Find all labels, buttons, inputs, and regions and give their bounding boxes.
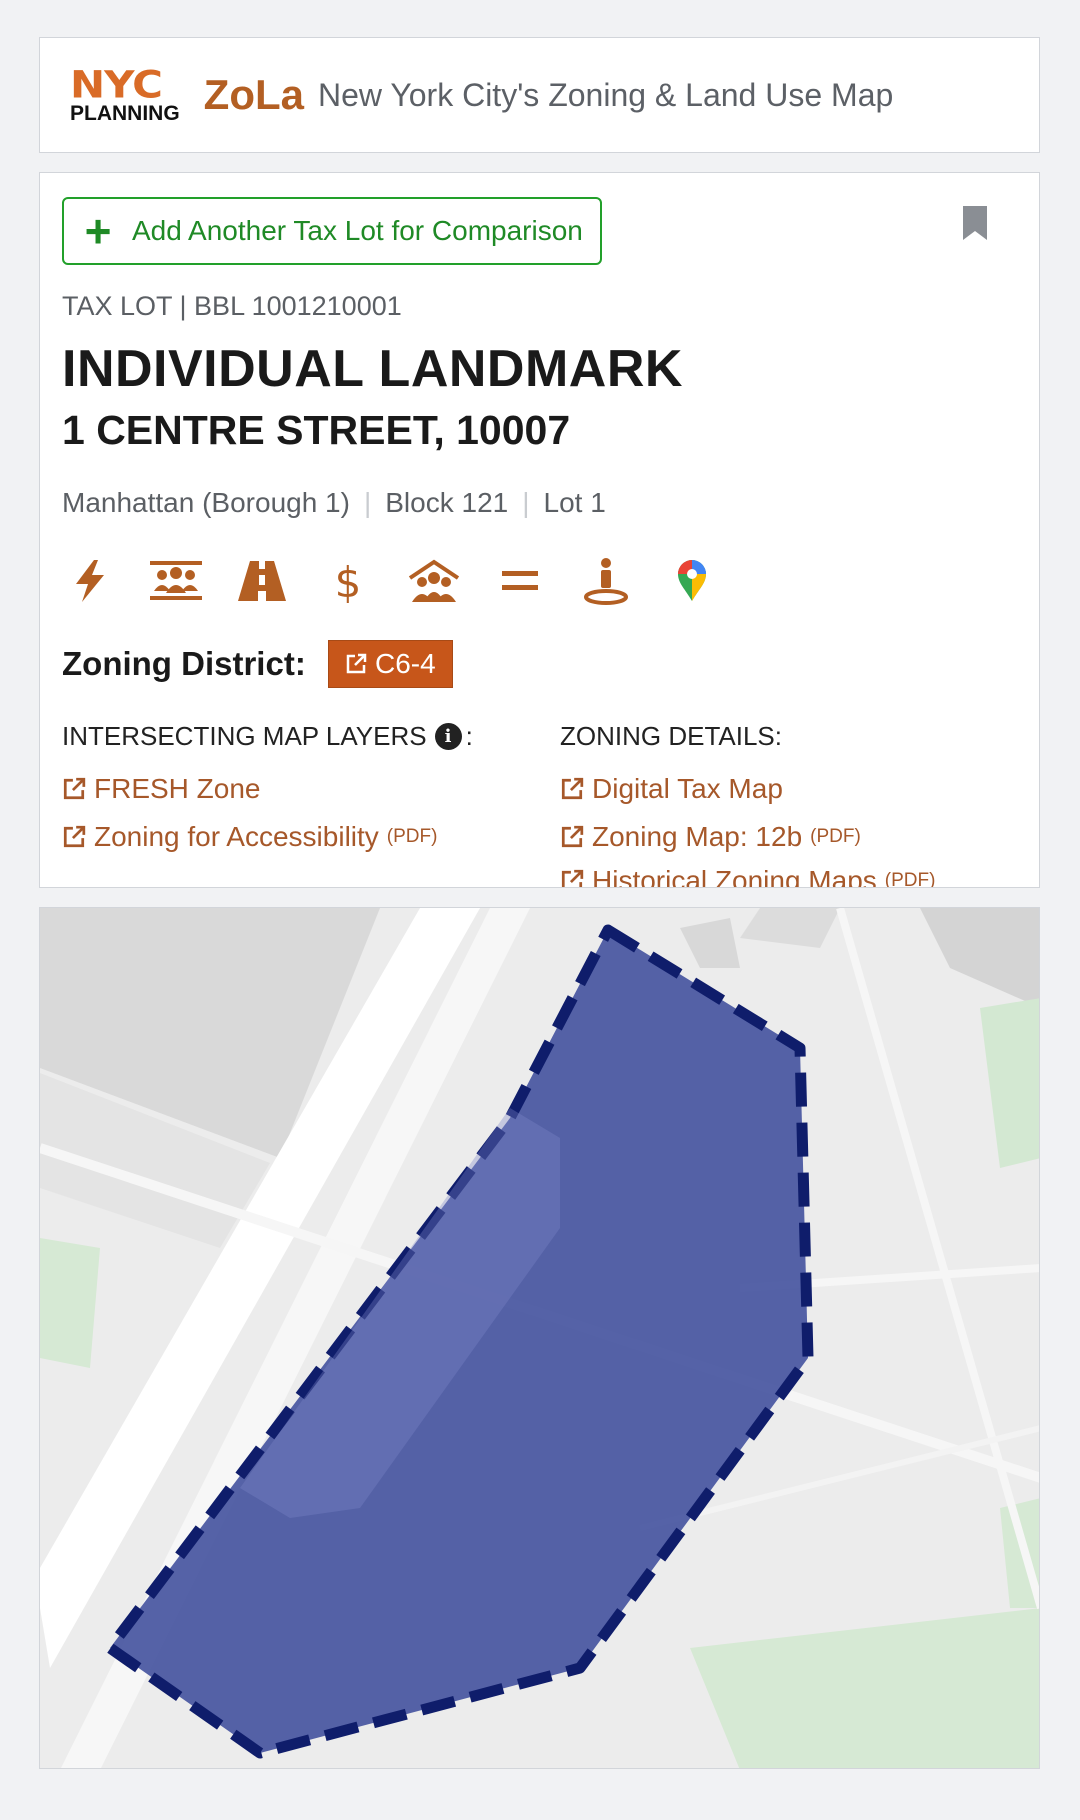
zoning-district-badge[interactable]: C6-4 bbox=[328, 640, 453, 688]
pdf-suffix: (PDF) bbox=[884, 870, 936, 888]
tax-lot-card: + Add Another Tax Lot for Comparison TAX… bbox=[39, 172, 1040, 888]
plus-icon: + bbox=[84, 205, 112, 257]
zoning-district-label: Zoning District: bbox=[62, 645, 306, 682]
tax-lot-bbl: TAX LOT | BBL 1001210001 bbox=[62, 291, 402, 321]
map-park bbox=[40, 1238, 100, 1368]
intersecting-layers-title: INTERSECTING MAP LAYERS bbox=[62, 721, 427, 751]
link-label: FRESH Zone bbox=[94, 773, 261, 804]
map-canvas[interactable] bbox=[40, 908, 1040, 1769]
page-title: INDIVIDUAL LANDMARK bbox=[62, 340, 683, 398]
borough-text: Manhattan (Borough 1) bbox=[62, 487, 350, 518]
zoning-district-value: C6-4 bbox=[375, 648, 436, 679]
logo-nyc-text: NYC bbox=[70, 62, 163, 107]
zoning-accessibility-link[interactable]: Zoning for Accessibility (PDF) bbox=[62, 821, 437, 853]
info-icon[interactable]: i bbox=[434, 723, 462, 750]
external-link-icon bbox=[63, 825, 86, 848]
link-label: Digital Tax Map bbox=[592, 773, 783, 804]
add-tax-lot-label: Add Another Tax Lot for Comparison bbox=[132, 215, 583, 246]
bookmark-icon[interactable] bbox=[961, 205, 989, 241]
pdf-suffix: (PDF) bbox=[386, 826, 438, 847]
fresh-zone-link[interactable]: FRESH Zone bbox=[62, 773, 261, 805]
lot-map[interactable] bbox=[39, 907, 1040, 1769]
svg-text:$: $ bbox=[335, 558, 362, 605]
nyc-planning-logo[interactable]: NYC PLANNING bbox=[70, 62, 180, 123]
app-title[interactable]: ZoLa bbox=[204, 71, 304, 119]
digital-tax-map-link[interactable]: Digital Tax Map bbox=[560, 773, 783, 805]
external-link-icon bbox=[561, 825, 584, 848]
add-tax-lot-button[interactable]: + Add Another Tax Lot for Comparison bbox=[62, 197, 602, 265]
zoning-details-header: ZONING DETAILS: bbox=[560, 721, 782, 751]
block-text: Block 121 bbox=[385, 487, 509, 518]
external-link-icon bbox=[63, 777, 86, 800]
lot-text: Lot 1 bbox=[543, 487, 606, 518]
borough-block-lot: Manhattan (Borough 1) | Block 121 | Lot … bbox=[62, 487, 606, 519]
pdf-suffix: (PDF) bbox=[810, 826, 861, 847]
equals-icon[interactable] bbox=[492, 556, 548, 606]
separator: | bbox=[363, 487, 372, 518]
person-pin-icon[interactable] bbox=[578, 556, 634, 606]
historical-zoning-maps-link[interactable]: Historical Zoning Maps (PDF) bbox=[560, 865, 936, 888]
external-link-icon bbox=[561, 869, 584, 887]
intersecting-layers-header: INTERSECTING MAP LAYERS i : bbox=[62, 721, 473, 752]
road-icon[interactable] bbox=[234, 556, 290, 606]
link-label: Zoning for Accessibility bbox=[94, 821, 379, 852]
map-pin-icon[interactable] bbox=[664, 556, 720, 606]
dollar-icon[interactable]: $ bbox=[320, 556, 376, 606]
separator: | bbox=[522, 487, 530, 518]
link-label: Zoning Map: 12b bbox=[592, 821, 803, 852]
app-header: NYC PLANNING ZoLa New York City's Zoning… bbox=[39, 37, 1040, 153]
external-link-icon bbox=[346, 653, 367, 674]
layer-icon-row: $ bbox=[62, 553, 750, 609]
zoning-map-link[interactable]: Zoning Map: 12b (PDF) bbox=[560, 821, 861, 853]
header-colon: : bbox=[465, 721, 473, 751]
external-link-icon bbox=[561, 777, 584, 800]
link-label: Historical Zoning Maps bbox=[592, 865, 877, 888]
lot-address: 1 CENTRE STREET, 10007 bbox=[62, 407, 571, 453]
lightning-icon[interactable] bbox=[62, 556, 118, 606]
app-subtitle: New York City's Zoning & Land Use Map bbox=[318, 76, 894, 113]
people-icon[interactable] bbox=[148, 556, 204, 606]
community-icon[interactable] bbox=[406, 556, 462, 606]
